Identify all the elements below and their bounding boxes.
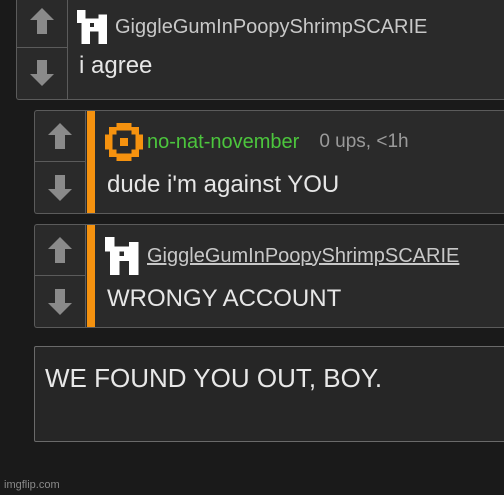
downvote-button[interactable] — [35, 276, 85, 327]
downvote-button[interactable] — [35, 162, 85, 213]
comment-username[interactable]: GiggleGumInPoopyShrimpSCARIE — [115, 16, 427, 39]
comment-content: no-nat-november 0 ups, <1h dude i'm agai… — [105, 111, 504, 213]
comment-header: GiggleGumInPoopyShrimpSCARIE — [105, 237, 459, 275]
reply-textarea[interactable]: WE FOUND YOU OUT, BOY. — [34, 346, 504, 442]
comment-content: GiggleGumInPoopyShrimpSCARIE WRONGY ACCO… — [105, 225, 504, 327]
comment-1: GiggleGumInPoopyShrimpSCARIE i agree — [16, 0, 504, 100]
comment-2: no-nat-november 0 ups, <1h dude i'm agai… — [34, 110, 504, 214]
comment-content: GiggleGumInPoopyShrimpSCARIE i agree — [77, 0, 504, 99]
comment-header: no-nat-november 0 ups, <1h — [105, 123, 409, 161]
vote-column — [35, 225, 86, 327]
orange-pixel-ring-avatar-icon[interactable] — [105, 123, 143, 161]
comment-username[interactable]: GiggleGumInPoopyShrimpSCARIE — [147, 245, 459, 268]
reply-accent-bar — [87, 111, 95, 213]
comment-username[interactable]: no-nat-november — [147, 131, 299, 154]
pixel-dog-avatar-icon[interactable] — [77, 10, 111, 44]
arrow-up-icon — [30, 8, 54, 35]
reply-textarea-value: WE FOUND YOU OUT, BOY. — [45, 363, 383, 393]
arrow-down-icon — [48, 174, 72, 201]
downvote-button[interactable] — [17, 48, 67, 100]
upvote-button[interactable] — [17, 0, 67, 48]
comment-text: dude i'm against YOU — [107, 171, 340, 198]
reply-accent-bar — [87, 225, 95, 327]
upvote-button[interactable] — [35, 111, 85, 162]
arrow-down-icon — [48, 288, 72, 315]
vote-column — [35, 111, 86, 213]
comment-meta: 0 ups, <1h — [319, 131, 409, 152]
arrow-down-icon — [30, 60, 54, 87]
arrow-up-icon — [48, 237, 72, 263]
imgflip-watermark: imgflip.com — [4, 479, 60, 491]
comment-text: i agree — [79, 52, 153, 79]
pixel-dog-avatar-icon[interactable] — [105, 237, 143, 275]
vote-column — [17, 0, 68, 99]
arrow-up-icon — [48, 123, 72, 149]
comment-header: GiggleGumInPoopyShrimpSCARIE — [77, 10, 427, 44]
upvote-button[interactable] — [35, 225, 85, 276]
comment-3: GiggleGumInPoopyShrimpSCARIE WRONGY ACCO… — [34, 224, 504, 328]
comment-text: WRONGY ACCOUNT — [107, 285, 342, 312]
